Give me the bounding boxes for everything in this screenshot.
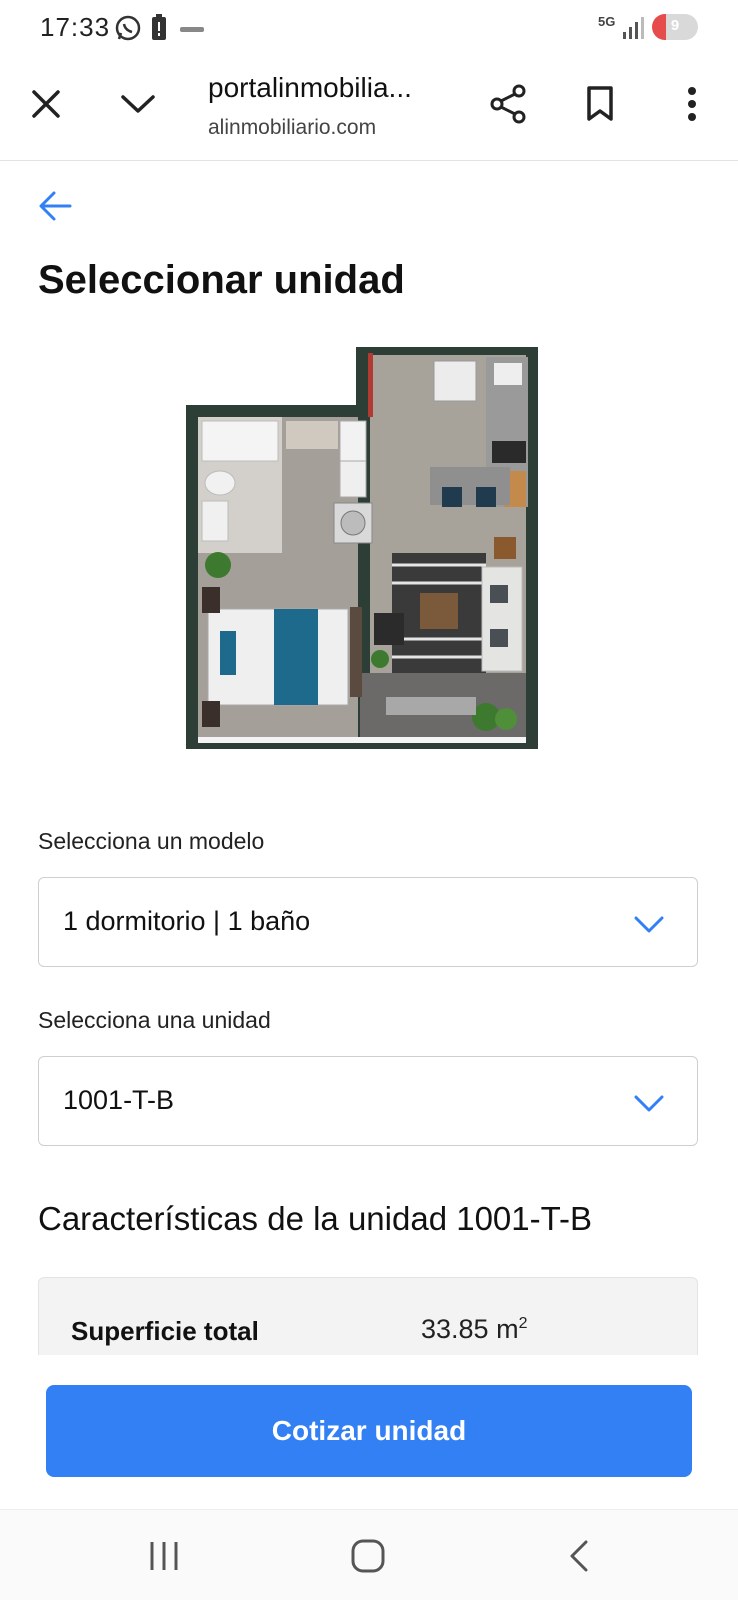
browser-page-title: portalinmobilia... — [208, 72, 412, 103]
back-chevron-icon — [570, 1540, 588, 1572]
model-select-value: 1 dormitorio | 1 baño — [63, 906, 311, 936]
more-vert-icon — [688, 87, 696, 121]
home-icon — [351, 1539, 385, 1573]
system-back-button[interactable] — [560, 1536, 600, 1576]
unit-select-value: 1001-T-B — [63, 1085, 175, 1115]
share-button[interactable] — [484, 80, 532, 128]
data-saver-icon — [180, 22, 204, 40]
characteristic-label: Superficie total — [71, 1316, 259, 1346]
status-time: 17:33 — [40, 12, 111, 42]
battery-indicator: 9 — [652, 14, 698, 40]
arrow-left-icon — [39, 191, 72, 221]
share-icon — [490, 84, 526, 124]
footer-cta-bar: Cotizar unidad — [0, 1355, 738, 1510]
chevron-down-icon — [121, 95, 155, 113]
signal-icon — [622, 16, 644, 45]
close-icon — [32, 90, 60, 118]
characteristic-value: 33.85 m2 — [421, 1314, 528, 1344]
recent-apps-icon — [150, 1542, 178, 1570]
chevron-down-icon — [634, 916, 664, 933]
network-badge: 5G — [598, 14, 616, 29]
page-title: Seleccionar unidad — [38, 258, 405, 302]
status-bar: 17:33 5G 9 — [0, 0, 738, 56]
browser-toolbar: portalinmobilia... alinmobiliario.com — [0, 56, 738, 161]
model-select-label: Selecciona un modelo — [38, 828, 265, 854]
quote-unit-button[interactable]: Cotizar unidad — [46, 1385, 692, 1477]
battery-level: 9 — [670, 17, 680, 34]
close-tab-button[interactable] — [22, 80, 70, 128]
bookmark-button[interactable] — [576, 80, 624, 128]
back-button[interactable] — [36, 186, 76, 226]
recent-apps-button[interactable] — [144, 1536, 184, 1576]
home-button[interactable] — [348, 1536, 388, 1576]
model-select[interactable]: 1 dormitorio | 1 baño — [38, 877, 698, 967]
floor-plan-image — [186, 347, 550, 767]
unit-select[interactable]: 1001-T-B — [38, 1056, 698, 1146]
more-options-button[interactable] — [668, 80, 716, 128]
unit-select-label: Selecciona una unidad — [38, 1007, 271, 1033]
battery-alert-icon — [150, 14, 168, 47]
chevron-down-icon — [634, 1095, 664, 1112]
bookmark-icon — [587, 86, 613, 121]
characteristics-title: Características de la unidad 1001-T-B — [38, 1200, 592, 1237]
whatsapp-icon — [114, 14, 142, 47]
minimize-tab-button[interactable] — [114, 80, 162, 128]
system-nav-bar — [0, 1510, 738, 1600]
browser-url[interactable]: alinmobiliario.com — [208, 116, 376, 140]
